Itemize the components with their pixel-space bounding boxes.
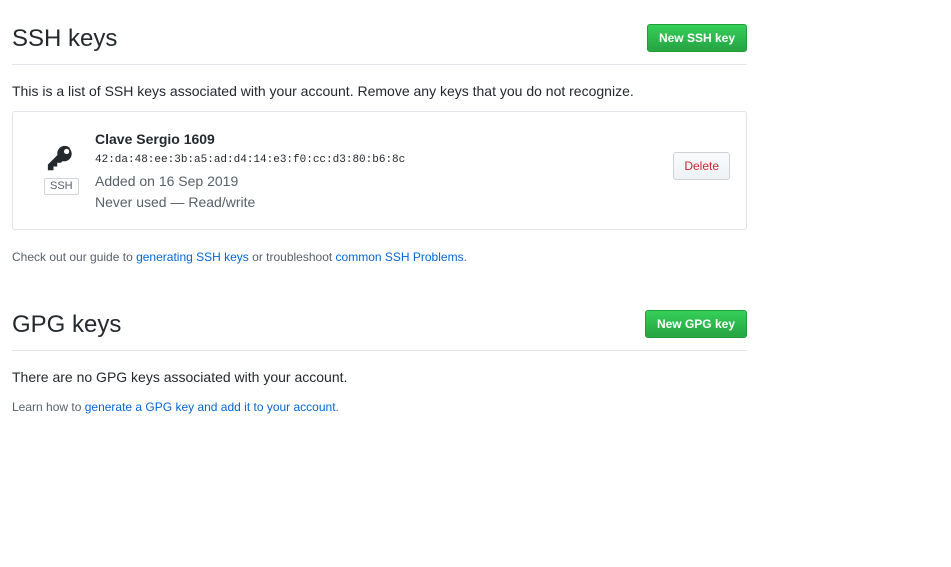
common-ssh-problems-link[interactable]: common SSH Problems — [336, 250, 464, 264]
ssh-keys-section: SSH keys New SSH key — [12, 24, 747, 65]
gpg-help-text: Learn how to generate a GPG key and add … — [12, 399, 339, 415]
ssh-keys-header: SSH keys New SSH key — [12, 24, 747, 65]
new-ssh-key-button[interactable]: New SSH key — [646, 24, 747, 52]
ssh-key-icon-block: SSH — [44, 144, 79, 195]
generate-gpg-key-link[interactable]: generate a GPG key and add it to your ac… — [85, 400, 336, 414]
key-icon — [44, 144, 78, 174]
ssh-key-usage: Never used — Read/write — [95, 194, 256, 210]
ssh-key-added-date: Added on 16 Sep 2019 — [95, 173, 239, 189]
gpg-empty-message: There are no GPG keys associated with yo… — [12, 369, 348, 385]
ssh-help-suffix: . — [463, 250, 467, 264]
ssh-help-middle: or troubleshoot — [248, 250, 336, 264]
gpg-keys-title: GPG keys — [12, 311, 122, 338]
gpg-keys-header: GPG keys New GPG key — [12, 310, 747, 351]
ssh-key-fingerprint: 42:da:48:ee:3b:a5:ad:d4:14:e3:f0:cc:d3:8… — [95, 154, 406, 166]
ssh-help-text: Check out our guide to generating SSH ke… — [12, 249, 467, 265]
ssh-key-name: Clave Sergio 1609 — [95, 131, 215, 147]
delete-ssh-key-button[interactable]: Delete — [673, 152, 730, 180]
gpg-help-suffix: . — [335, 400, 339, 414]
settings-ssh-gpg-page: SSH keys New SSH key This is a list of S… — [0, 0, 951, 567]
generating-ssh-keys-link[interactable]: generating SSH keys — [136, 250, 249, 264]
ssh-keys-title: SSH keys — [12, 25, 118, 52]
gpg-keys-section: GPG keys New GPG key — [12, 310, 747, 351]
ssh-key-item: SSH Clave Sergio 1609 42:da:48:ee:3b:a5:… — [12, 111, 747, 230]
new-gpg-key-button[interactable]: New GPG key — [644, 310, 747, 338]
gpg-help-prefix: Learn how to — [12, 400, 85, 414]
ssh-help-prefix: Check out our guide to — [12, 250, 137, 264]
ssh-badge: SSH — [44, 178, 79, 195]
ssh-keys-description: This is a list of SSH keys associated wi… — [12, 83, 634, 99]
